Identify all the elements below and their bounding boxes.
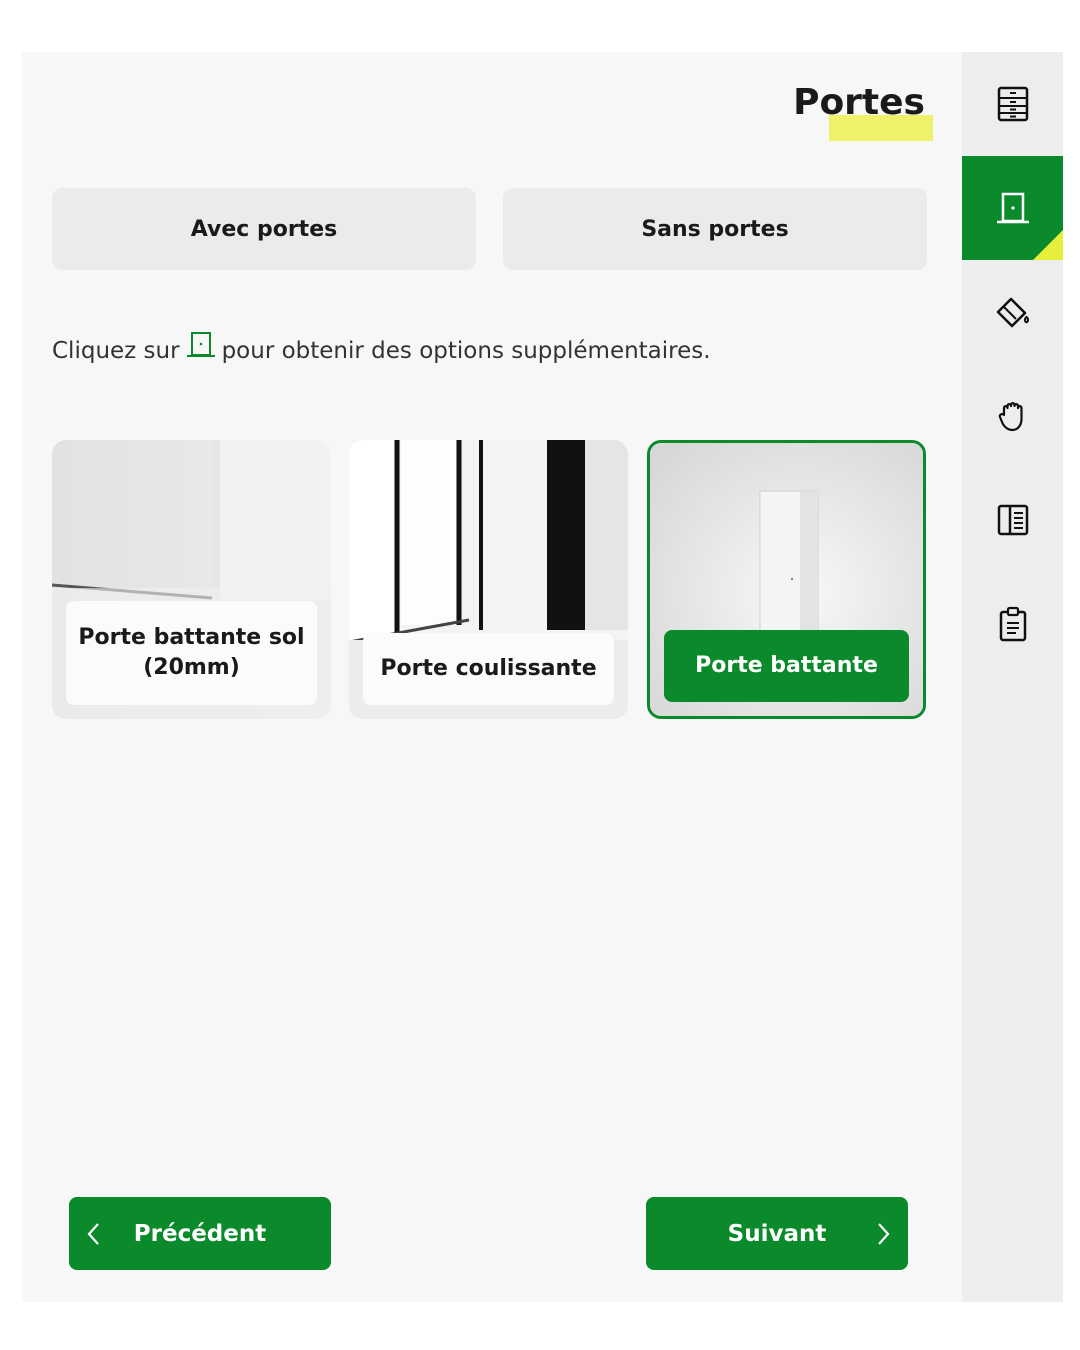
previous-button[interactable]: Précédent xyxy=(69,1197,331,1270)
panel-icon xyxy=(997,504,1028,536)
chevron-right-icon xyxy=(878,1223,890,1245)
hint-text: Cliquez sur pour obtenir des options sup… xyxy=(52,332,711,366)
sidebar xyxy=(962,52,1063,1302)
option-card-swing-door-floor[interactable]: Porte battante sol (20mm) xyxy=(52,440,331,719)
hand-icon xyxy=(998,402,1023,432)
sidebar-item-cabinet[interactable] xyxy=(962,52,1063,156)
page-title: Portes xyxy=(793,82,925,123)
with-doors-button[interactable]: Avec portes xyxy=(52,188,476,270)
option-label: Porte battante xyxy=(664,630,909,702)
next-button[interactable]: Suivant xyxy=(646,1197,908,1270)
sidebar-item-summary[interactable] xyxy=(962,572,1063,676)
without-doors-button[interactable]: Sans portes xyxy=(503,188,927,270)
hint-after: pour obtenir des options supplémentaires… xyxy=(221,338,711,364)
next-label: Suivant xyxy=(727,1220,827,1247)
sidebar-item-paint[interactable] xyxy=(962,260,1063,364)
sidebar-item-handles[interactable] xyxy=(962,364,1063,468)
door-icon xyxy=(186,330,216,360)
option-label: Porte battante sol (20mm) xyxy=(66,601,317,705)
previous-label: Précédent xyxy=(133,1220,267,1247)
option-label: Porte coulissante xyxy=(363,633,614,705)
chevron-left-icon xyxy=(87,1223,99,1245)
door-icon xyxy=(996,192,1029,224)
hint-before: Cliquez sur xyxy=(52,338,180,364)
cabinet-icon xyxy=(997,86,1028,122)
sidebar-item-panels[interactable] xyxy=(962,468,1063,572)
option-card-swing-door[interactable]: Porte battante xyxy=(647,440,926,719)
clipboard-icon xyxy=(999,606,1026,642)
option-card-sliding-door[interactable]: Porte coulissante xyxy=(349,440,628,719)
sidebar-item-doors[interactable] xyxy=(962,156,1063,260)
paint-bucket-icon xyxy=(996,297,1029,328)
